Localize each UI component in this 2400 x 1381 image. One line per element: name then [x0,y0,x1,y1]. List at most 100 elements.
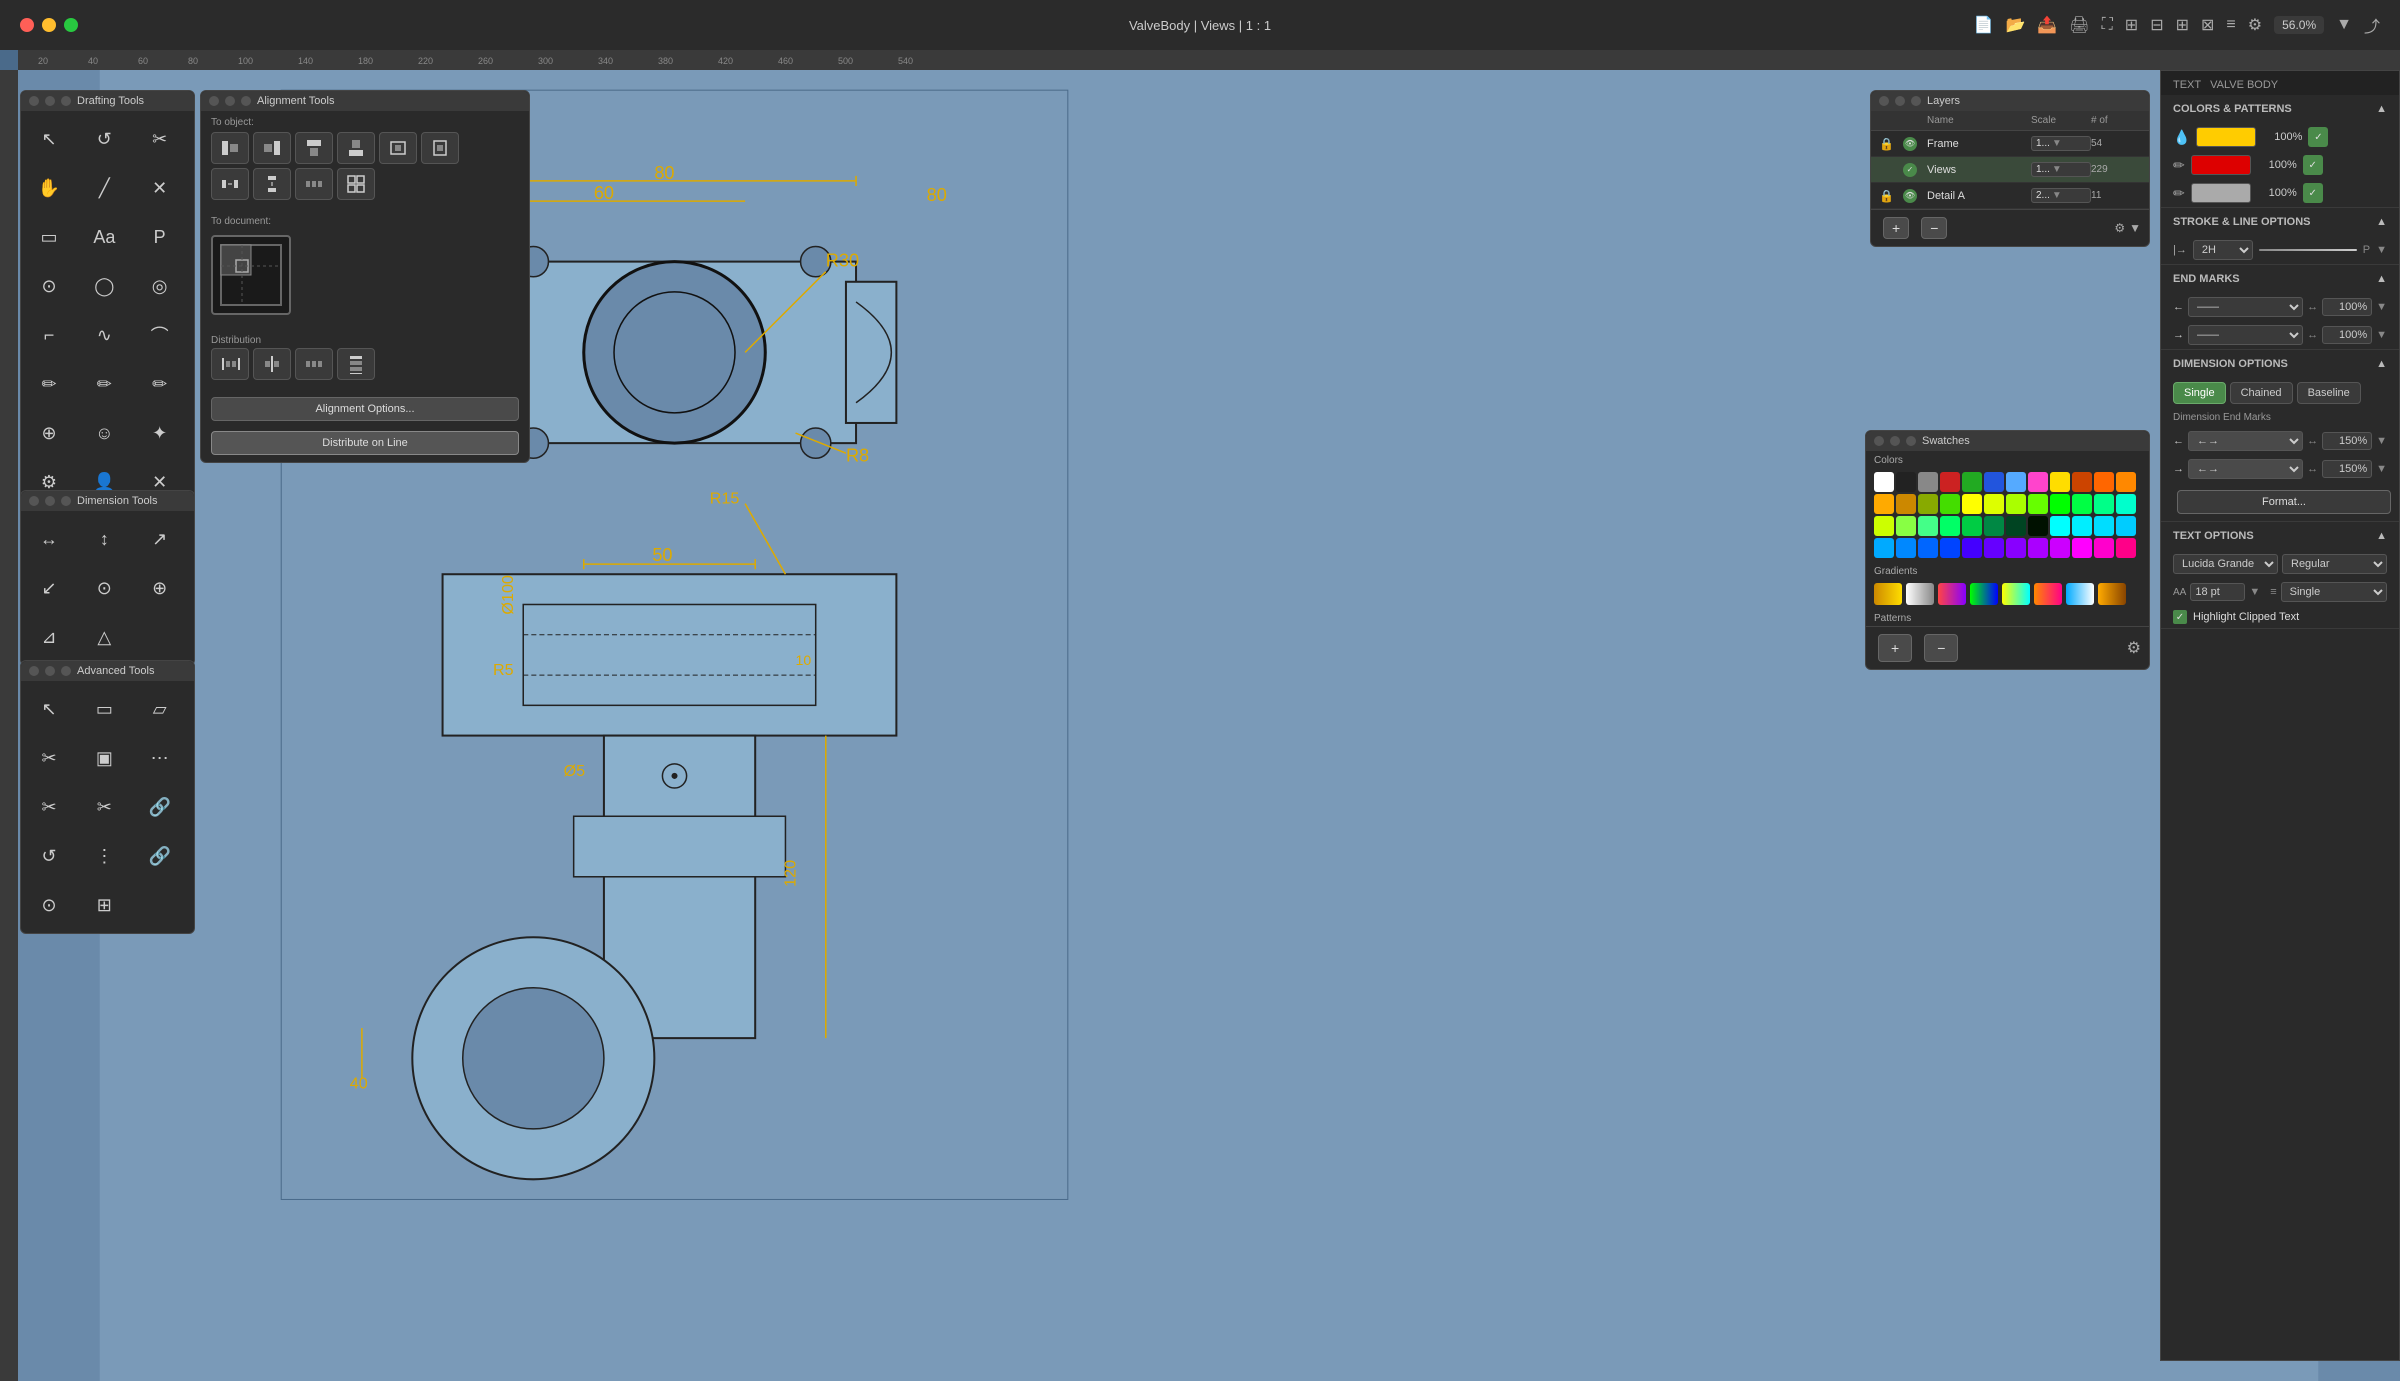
swatch-ltblue1[interactable] [2006,472,2026,492]
swatch-blue2[interactable] [1874,538,1894,558]
delete-tool[interactable]: ✕ [136,164,184,212]
end-mark-end-select[interactable]: —— → ← [2188,325,2303,345]
fill-color-preview[interactable] [2196,127,2256,147]
swatch-blue5[interactable] [1940,538,1960,558]
node-tool[interactable]: ☺ [80,409,128,457]
swatch-brown[interactable] [2072,472,2092,492]
distrib-vertical-btn[interactable] [337,348,375,380]
share2-icon[interactable]: ⊞ [2125,15,2138,35]
settings-icon[interactable]: ⚙ [2248,15,2262,35]
layer-row-views[interactable]: 🔒 ✓ Views 1... ▼ 229 [1871,157,2149,183]
swatch-purple3[interactable] [2050,538,2070,558]
swatch-ltgrn1[interactable] [1896,516,1916,536]
align-left-btn[interactable] [211,132,249,164]
gradient-2[interactable] [1906,583,1934,605]
circle-tool[interactable]: ⊙ [25,262,73,310]
distribute-on-line-btn[interactable]: Distribute on Line [211,431,519,455]
layers-menu-icon[interactable]: ▼ [2129,221,2141,235]
layers-close-icon[interactable] [1879,96,1889,106]
dim-end-end-stepper[interactable]: ▼ [2376,463,2387,475]
stroke-style-dropdown[interactable]: ▼ [2376,244,2387,256]
dim-close-icon[interactable] [29,496,39,506]
zoom-dropdown-icon[interactable]: ▼ [2336,16,2352,34]
swatch-cyan3[interactable] [2116,516,2136,536]
end-mark-end-size[interactable] [2322,326,2372,344]
dim-end-end-pct[interactable] [2322,460,2372,478]
swatch-dkgrn3[interactable] [2006,516,2026,536]
swatch-dkgrn1[interactable] [1962,516,1982,536]
dim-circle-btn[interactable]: ⊙ [80,564,128,612]
swatch-brightgreen[interactable] [2050,494,2070,514]
dim-baseline-btn[interactable]: Baseline [2297,382,2361,404]
close-button[interactable] [20,18,34,32]
swatch-gold[interactable] [1896,494,1916,514]
align-close-icon[interactable] [209,96,219,106]
swatch-grn3[interactable] [2116,494,2136,514]
sw-minimize-icon[interactable] [1890,436,1900,446]
layers-options-icon[interactable]: ⚙ [2114,221,2125,235]
adv-link2-btn[interactable]: 🔗 [136,832,184,880]
swatch-yelgrn1[interactable] [1984,494,2004,514]
share1-icon[interactable]: ⛶ [2102,16,2113,34]
stroke-line-header[interactable]: STROKE & LINE OPTIONS ▲ [2161,208,2399,236]
align-bottom-btn[interactable] [337,132,375,164]
layers-icon[interactable]: ≡ [2226,16,2235,34]
swatch-orange2[interactable] [2116,472,2136,492]
swatch-chartreuse[interactable] [1874,516,1894,536]
expand-icon[interactable] [61,96,71,106]
gradient-1[interactable] [1874,583,1902,605]
swatch-violet1[interactable] [1962,538,1982,558]
dim-end-start-pct[interactable] [2322,432,2372,450]
wave-tool[interactable]: ∿ [80,311,128,359]
gradient-3[interactable] [1938,583,1966,605]
sw-close-icon[interactable] [1874,436,1884,446]
alignment-options-btn[interactable]: Alignment Options... [211,397,519,421]
highlight-clipped-checkbox[interactable]: ✓ [2173,610,2187,624]
swatch-pink2[interactable] [2094,538,2114,558]
crosshair-tool[interactable]: ⊕ [25,409,73,457]
layers-minimize-icon[interactable] [1895,96,1905,106]
frame-eye-icon[interactable]: 👁 [1903,137,1917,151]
swatch-hotpink[interactable] [2116,538,2136,558]
minimize-button[interactable] [42,18,56,32]
adv-close-icon[interactable] [29,666,39,676]
swatch-gray[interactable] [1918,472,1938,492]
view3-icon[interactable]: ⊠ [2201,15,2214,35]
brush-tool[interactable]: ✏ [136,360,184,408]
swatch-purple2[interactable] [2028,538,2048,558]
line-tool[interactable]: ╱ [80,164,128,212]
adv-transform-btn[interactable]: ▱ [136,685,184,733]
end-mark-start-size[interactable] [2322,298,2372,316]
new-doc-icon[interactable]: 📄 [1974,15,1994,35]
sw-expand-icon[interactable] [1906,436,1916,446]
swatch-black[interactable] [1896,472,1916,492]
swatch-red1[interactable] [1940,472,1960,492]
swatch-dkgrn2[interactable] [1984,516,2004,536]
adv-expand-icon[interactable] [61,666,71,676]
adv-cut-btn[interactable]: ✂ [25,734,73,782]
gradient-7[interactable] [2066,583,2094,605]
adv-more-btn[interactable]: ⋯ [136,734,184,782]
swatch-cyan2[interactable] [2094,516,2114,536]
dim-chained-btn[interactable]: Chained [2230,382,2293,404]
swatch-emerald[interactable] [1940,516,1960,536]
swatch-brightyellow[interactable] [1962,494,1982,514]
doc-align-tl[interactable] [211,235,291,315]
font-size-stepper[interactable]: ▼ [2249,586,2260,598]
stroke-toggle-btn[interactable]: ✓ [2303,155,2323,175]
trim-tool[interactable]: ✂ [136,115,184,163]
swatch-yelgrn3[interactable] [2028,494,2048,514]
swatch-cyan[interactable] [2050,516,2070,536]
adv-minimize-icon[interactable] [45,666,55,676]
dim-diagonal-btn[interactable]: ↗ [136,515,184,563]
align-vcenter-btn[interactable] [421,132,459,164]
dim-delta-btn[interactable]: △ [80,613,128,661]
format-btn[interactable]: Format... [2177,490,2391,514]
pen-tool[interactable]: ✏ [80,360,128,408]
add-swatch-btn[interactable]: + [1878,634,1912,662]
dim-horizontal-btn[interactable]: ↔ [25,515,73,563]
print-icon[interactable]: 🖨 [2069,15,2089,35]
star-tool[interactable]: ✦ [136,409,184,457]
swatch-yelgrn2[interactable] [2006,494,2026,514]
swatch-grn2[interactable] [2094,494,2114,514]
